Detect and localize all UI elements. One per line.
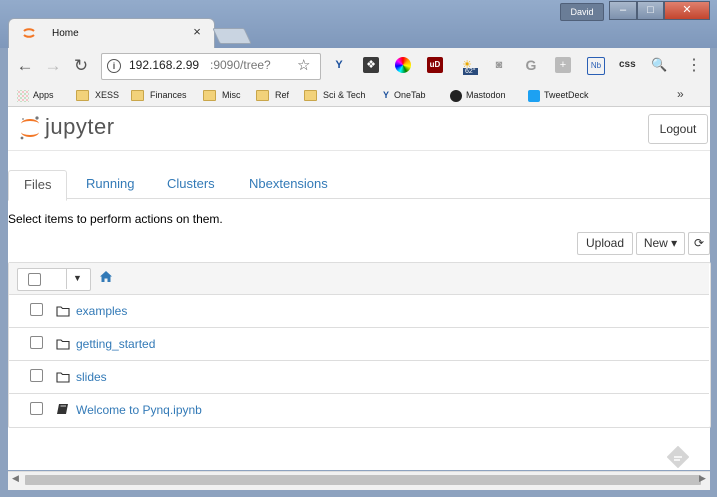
bookmark-label: TweetDeck: [544, 90, 589, 100]
bookmark-label: Mastodon: [466, 90, 506, 100]
home-icon[interactable]: [100, 271, 112, 282]
folder-icon: [56, 306, 70, 317]
folder-icon: [56, 339, 70, 350]
row-checkbox[interactable]: [30, 303, 43, 316]
scrollbar-thumb[interactable]: [25, 475, 701, 485]
tabs-divider: [8, 198, 710, 199]
folder-icon: [56, 372, 70, 383]
apps-grid-icon: [17, 89, 29, 102]
file-name-link[interactable]: slides: [76, 370, 107, 384]
bookmarks-overflow-icon[interactable]: »: [677, 87, 684, 101]
extension-css-icon[interactable]: css: [619, 57, 636, 73]
file-name-link[interactable]: examples: [76, 304, 127, 318]
bookmark-label: Ref: [275, 90, 290, 100]
tweetdeck-icon: [528, 89, 540, 102]
tab-files[interactable]: Files: [8, 170, 68, 201]
scroll-right-arrow-icon[interactable]: ▶: [699, 473, 706, 484]
extension-evernote-icon[interactable]: ❖: [363, 57, 379, 73]
bookmark-label: Apps: [33, 90, 54, 100]
folder-icon: [203, 90, 216, 102]
new-tab-button[interactable]: [212, 28, 252, 44]
bookmark-misc[interactable]: Misc: [203, 87, 241, 103]
new-dropdown-button[interactable]: New ▾: [636, 232, 685, 255]
window-maximize-button[interactable]: □: [637, 1, 664, 20]
bookmark-star-icon[interactable]: ☆: [297, 56, 310, 74]
extension-grammarly-icon[interactable]: G: [523, 57, 539, 73]
extension-plus-icon[interactable]: +: [555, 57, 571, 73]
jupyter-logo-icon[interactable]: [18, 115, 42, 141]
jupyter-logo-text[interactable]: jupyter: [45, 114, 115, 140]
folder-icon: [76, 90, 89, 102]
forward-arrow-icon[interactable]: →: [42, 56, 64, 76]
bookmark-ref[interactable]: Ref: [256, 87, 289, 103]
reload-icon[interactable]: ↻: [70, 56, 92, 76]
header-divider: [8, 150, 710, 151]
profile-user-badge[interactable]: David: [560, 3, 604, 21]
folder-icon: [256, 90, 269, 102]
site-info-icon[interactable]: i: [107, 59, 121, 73]
select-all-checkbox[interactable]: [28, 273, 41, 286]
mastodon-icon: [450, 89, 462, 102]
folder-icon: [304, 90, 317, 102]
row-divider: [9, 327, 709, 328]
caret-down-icon[interactable]: ▼: [73, 273, 82, 283]
extension-nb-icon[interactable]: Nb: [587, 57, 605, 75]
tab-close-icon[interactable]: ×: [190, 25, 204, 39]
refresh-icon[interactable]: ⟳: [688, 232, 710, 255]
row-divider: [9, 393, 709, 394]
tab-clusters[interactable]: Clusters: [152, 170, 230, 198]
folder-icon: [131, 90, 144, 102]
bookmark-label: OneTab: [394, 90, 426, 100]
weather-temperature-badge: 62°: [463, 68, 478, 75]
extension-camera-icon[interactable]: ◙: [491, 57, 507, 73]
file-name-link[interactable]: getting_started: [76, 337, 155, 351]
window-close-button[interactable]: ✕: [664, 1, 710, 20]
extension-y-icon[interactable]: Y: [331, 57, 347, 73]
watermark-icon: [667, 446, 689, 468]
bookmark-label: Finances: [150, 90, 187, 100]
url-host: 192.168.2.99: [129, 58, 200, 72]
extension-search-icon[interactable]: 🔍: [651, 57, 667, 73]
browser-tab-home[interactable]: [8, 18, 215, 49]
logout-button[interactable]: Logout: [648, 114, 708, 144]
tab-running[interactable]: Running: [71, 170, 149, 198]
row-checkbox[interactable]: [30, 336, 43, 349]
select-items-message: Select items to perform actions on them.: [8, 212, 223, 226]
bookmark-label: Sci & Tech: [323, 90, 366, 100]
window-minimize-button[interactable]: –: [609, 1, 637, 20]
file-name-link[interactable]: Welcome to Pynq.ipynb: [76, 403, 202, 417]
upload-button[interactable]: Upload: [577, 232, 633, 255]
bookmark-finances[interactable]: Finances: [131, 87, 187, 103]
scroll-left-arrow-icon[interactable]: ◀: [12, 473, 19, 484]
extension-ublock-icon[interactable]: uD: [427, 57, 443, 73]
bookmark-onetab[interactable]: Y OneTab: [383, 87, 426, 103]
tab-title: Home: [52, 28, 79, 39]
row-divider: [9, 360, 709, 361]
bookmark-tweetdeck[interactable]: TweetDeck: [528, 87, 589, 103]
file-list-header: [9, 263, 709, 295]
onetab-icon: Y: [383, 90, 390, 100]
bookmark-xess[interactable]: XESS: [76, 87, 119, 103]
tab-nbextensions[interactable]: Nbextensions: [234, 170, 343, 198]
notebook-icon: [57, 404, 68, 414]
bookmark-apps[interactable]: Apps: [17, 87, 54, 103]
bookmark-mastodon[interactable]: Mastodon: [450, 87, 506, 103]
url-path: :9090/tree?: [210, 58, 271, 72]
back-arrow-icon[interactable]: ←: [14, 56, 36, 76]
bookmark-label: XESS: [95, 90, 120, 100]
extension-color-wheel-icon[interactable]: [395, 57, 411, 73]
browser-menu-icon[interactable]: ⋮: [686, 55, 702, 75]
row-checkbox[interactable]: [30, 402, 43, 415]
bookmark-label: Misc: [222, 90, 241, 100]
jupyter-favicon-icon: [23, 28, 35, 38]
bookmark-sci-tech[interactable]: Sci & Tech: [304, 87, 365, 103]
select-all-divider: [66, 269, 67, 289]
row-checkbox[interactable]: [30, 369, 43, 382]
